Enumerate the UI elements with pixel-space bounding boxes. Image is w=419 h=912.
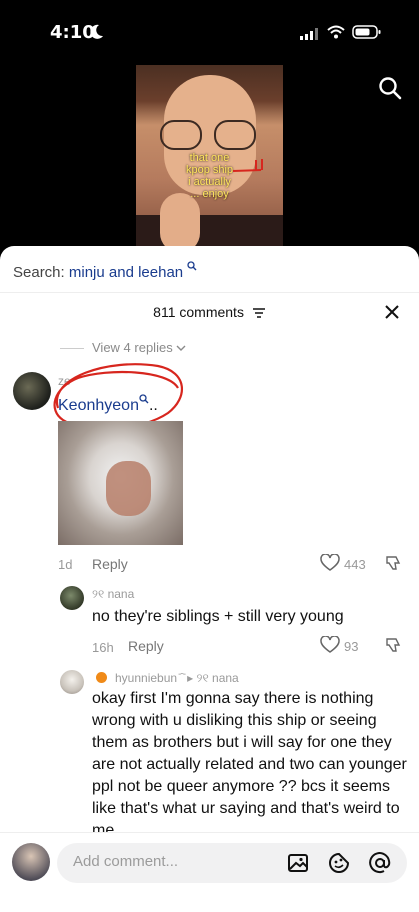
reply-button[interactable]: Reply — [128, 638, 164, 654]
heart-icon[interactable] — [320, 636, 340, 654]
avatar[interactable] — [60, 586, 84, 610]
like-count: 443 — [344, 557, 366, 572]
emoji-icon[interactable] — [328, 852, 350, 874]
reply-text: okay first I'm gonna say there is nothin… — [92, 690, 407, 839]
comments-count: 811 comments — [0, 304, 419, 320]
reply-username[interactable]: hyunniebun ᷄ ᷅ ▸ ୨୧ nana — [96, 671, 239, 686]
search-suggestion[interactable]: Search: minju and leehan — [13, 261, 197, 281]
dislike-icon[interactable] — [385, 636, 403, 654]
dislike-icon[interactable] — [385, 554, 403, 572]
comment-age: 1d — [58, 557, 73, 572]
search-query[interactable]: minju and leehan — [69, 264, 183, 281]
red-scribble-mark — [232, 159, 263, 172]
image-icon[interactable] — [287, 852, 309, 874]
video-preview[interactable]: that one kpop ship i actually ... enjoy — [136, 65, 283, 255]
view-replies-button[interactable]: View 4 replies — [60, 340, 186, 355]
like-count: 93 — [344, 639, 359, 654]
avatar[interactable] — [60, 670, 84, 694]
filter-icon[interactable] — [252, 307, 266, 319]
battery-icon — [352, 25, 381, 39]
avatar[interactable] — [12, 843, 50, 881]
comments-sheet: Search: minju and leehan 811 comments Vi… — [0, 246, 419, 912]
wifi-icon — [327, 25, 345, 39]
comment-input[interactable] — [73, 853, 273, 870]
reply-text: no they're siblings + still very young — [92, 608, 344, 625]
search-icon[interactable] — [378, 76, 402, 100]
close-icon[interactable] — [384, 304, 400, 320]
avatar[interactable] — [13, 372, 51, 410]
moon-icon — [90, 24, 103, 39]
comment-composer — [0, 832, 419, 912]
heart-icon[interactable] — [320, 554, 340, 572]
mention-icon[interactable] — [369, 852, 391, 874]
reply-button[interactable]: Reply — [92, 556, 128, 572]
divider — [0, 292, 419, 293]
orange-emoji-icon — [96, 672, 107, 683]
signal-icon — [300, 28, 318, 40]
chevron-down-icon — [176, 345, 186, 351]
status-bar: 4:10 — [0, 0, 419, 60]
search-icon — [187, 261, 197, 271]
reply-username[interactable]: ୨୧ nana — [92, 587, 134, 602]
status-time: 4:10 — [50, 22, 95, 43]
comment-input-container[interactable] — [57, 843, 407, 883]
comment-image[interactable] — [58, 421, 183, 545]
reply-age: 16h — [92, 640, 114, 655]
